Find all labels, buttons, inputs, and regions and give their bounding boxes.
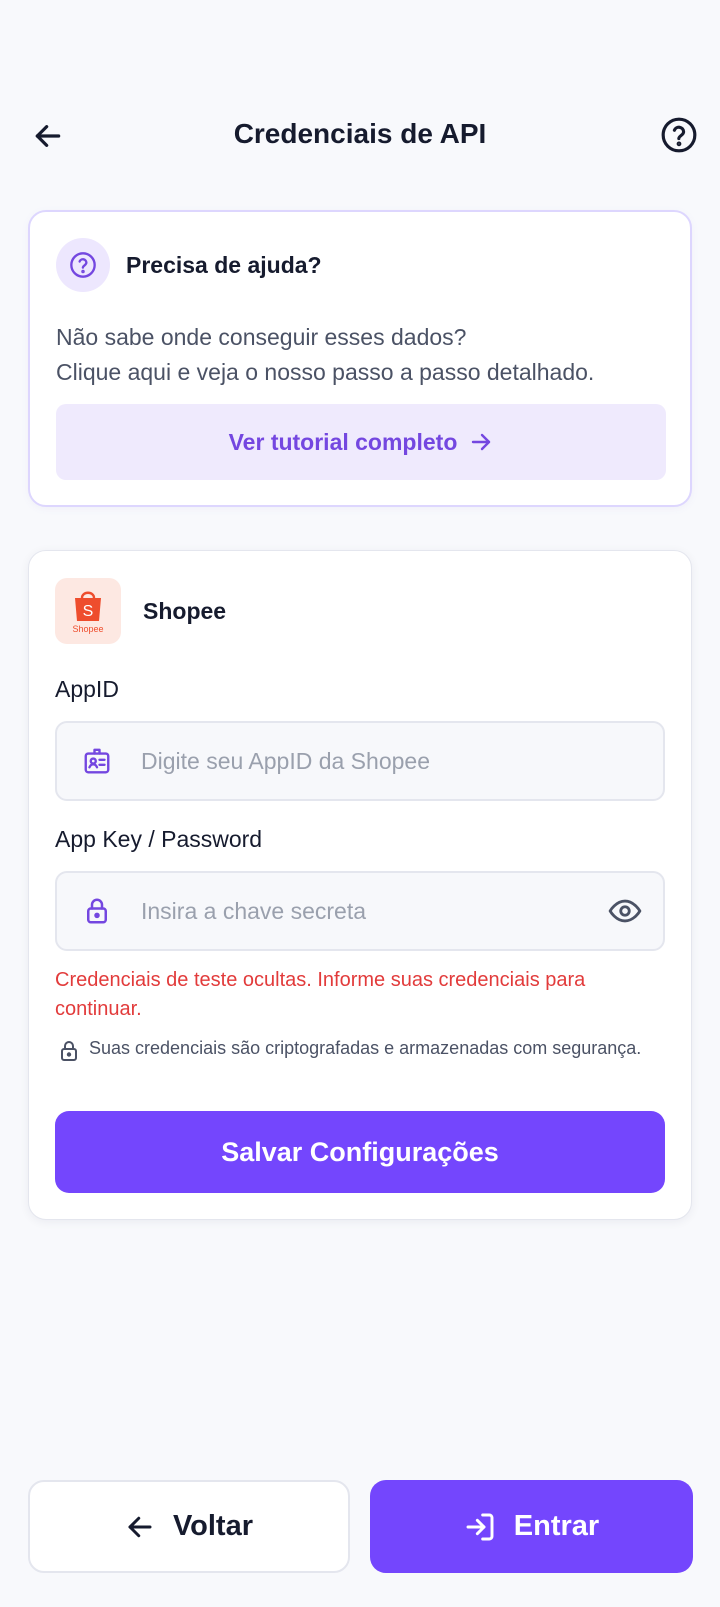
app-header: Credenciais de API: [0, 100, 720, 170]
shopee-logo: S Shopee: [55, 578, 121, 644]
appid-label: AppID: [55, 676, 119, 702]
svg-text:S: S: [83, 603, 94, 620]
shopee-logo-text: Shopee: [72, 624, 104, 634]
appid-field[interactable]: [55, 721, 665, 801]
page-title: Credenciais de API: [233, 118, 487, 149]
security-note-text: Suas credenciais são criptografadas e ar…: [89, 1038, 642, 1058]
enter-button[interactable]: Entrar: [370, 1480, 693, 1573]
appkey-label: App Key / Password: [55, 826, 263, 852]
toggle-visibility-button[interactable]: [607, 893, 643, 929]
error-message: Credenciais de teste ocultas. Informe su…: [55, 969, 586, 1020]
back-footer-button[interactable]: Voltar: [28, 1480, 350, 1573]
help-card-line-2: Clique aqui e veja o nosso passo a passo…: [56, 359, 595, 385]
appkey-input[interactable]: [141, 873, 561, 949]
lock-icon: [57, 1038, 81, 1069]
back-footer-label: Voltar: [172, 1510, 254, 1542]
help-icon-badge: [56, 238, 110, 292]
platform-name: Shopee: [143, 598, 227, 624]
help-card: Precisa de ajuda? Não sabe onde consegui…: [28, 210, 692, 507]
save-settings-button[interactable]: Salvar Configurações: [55, 1111, 665, 1193]
help-card-title: Precisa de ajuda?: [126, 252, 322, 278]
enter-button-label: Entrar: [513, 1510, 600, 1542]
arrow-left-icon: [128, 1516, 152, 1537]
help-card-line-1: Não sabe onde conseguir esses dados?: [56, 324, 467, 350]
arrow-right-icon: [472, 433, 491, 451]
id-badge-icon: [81, 745, 113, 777]
credentials-form-card: S Shopee Shopee AppID App Key / Password: [28, 550, 692, 1220]
help-button[interactable]: [658, 114, 700, 156]
login-icon: [466, 1513, 494, 1540]
question-circle-icon: [70, 252, 96, 278]
tutorial-button-label: Ver tutorial completo: [228, 428, 458, 455]
tutorial-button[interactable]: Ver tutorial completo: [56, 404, 666, 480]
shopping-bag-icon: S: [75, 591, 101, 621]
appid-input[interactable]: [141, 723, 561, 799]
lock-icon: [81, 895, 113, 927]
eye-icon: [608, 899, 642, 923]
appkey-field[interactable]: [55, 871, 665, 951]
help-card-description: Não sabe onde conseguir esses dados? Cli…: [56, 320, 676, 390]
question-circle-icon: [661, 117, 697, 153]
